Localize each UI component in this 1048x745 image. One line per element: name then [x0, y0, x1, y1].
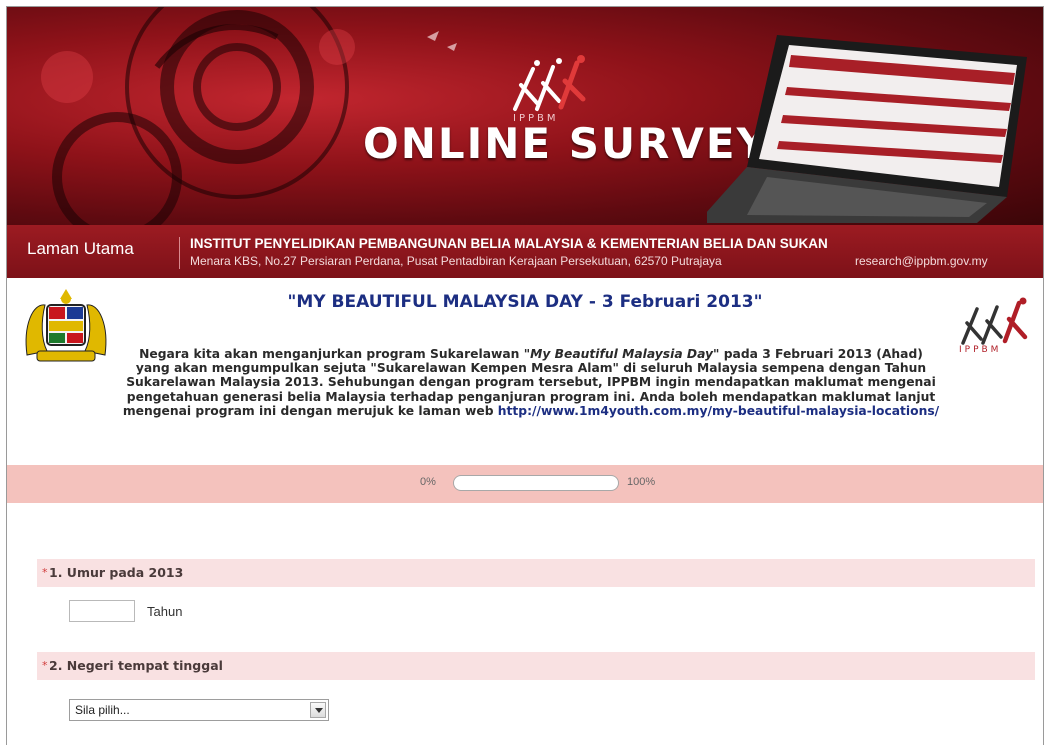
chevron-down-icon[interactable] — [310, 702, 326, 718]
ippbm-logo-icon — [961, 297, 1028, 345]
header-nav-bar: Laman Utama INSTITUT PENYELIDIKAN PEMBAN… — [7, 225, 1043, 278]
state-select[interactable]: Sila pilih... — [69, 699, 329, 721]
question-2-label: 2. Negeri tempat tinggal — [49, 658, 223, 673]
institution-name: INSTITUT PENYELIDIKAN PEMBANGUNAN BELIA … — [190, 236, 828, 251]
progress-end-label: 100% — [627, 476, 656, 488]
program-website-link[interactable]: http://www.1m4youth.com.my/my-beautiful-… — [498, 404, 939, 418]
laptop-icon — [707, 35, 1027, 223]
ippbm-logo-icon — [513, 55, 586, 111]
age-input[interactable] — [69, 600, 135, 622]
home-link[interactable]: Laman Utama — [27, 239, 134, 259]
progress-section: 0% 100% — [7, 465, 1043, 503]
banner: IPPBM ONLINE SURVEY — [7, 7, 1043, 225]
right-logo-text: IPPBM — [959, 345, 1002, 355]
intro-text-1: Negara kita akan menganjurkan program Su… — [139, 347, 524, 361]
state-select-value: Sila pilih... — [75, 703, 130, 717]
event-title: "MY BEAUTIFUL MALAYSIA DAY - 3 Februari … — [287, 292, 763, 312]
age-unit-label: Tahun — [147, 604, 183, 619]
institution-address: Menara KBS, No.27 Persiaran Perdana, Pus… — [190, 254, 722, 268]
question-1-label: 1. Umur pada 2013 — [49, 565, 184, 580]
progress-bar — [453, 475, 619, 491]
progress-start-label: 0% — [420, 476, 436, 488]
contact-email-link[interactable]: research@ippbm.gov.my — [855, 254, 988, 268]
survey-page: IPPBM ONLINE SURVEY Laman Utama INSTITUT… — [6, 6, 1044, 745]
required-marker: * — [42, 566, 48, 579]
required-marker: * — [42, 659, 48, 672]
nav-divider — [179, 237, 180, 269]
question-2-header: * 2. Negeri tempat tinggal — [37, 652, 1035, 680]
intro-paragraph: Negara kita akan menganjurkan program Su… — [121, 347, 941, 418]
question-1-header: * 1. Umur pada 2013 — [37, 559, 1035, 587]
intro-program-name: "My Beautiful Malaysia Day" — [523, 347, 720, 361]
